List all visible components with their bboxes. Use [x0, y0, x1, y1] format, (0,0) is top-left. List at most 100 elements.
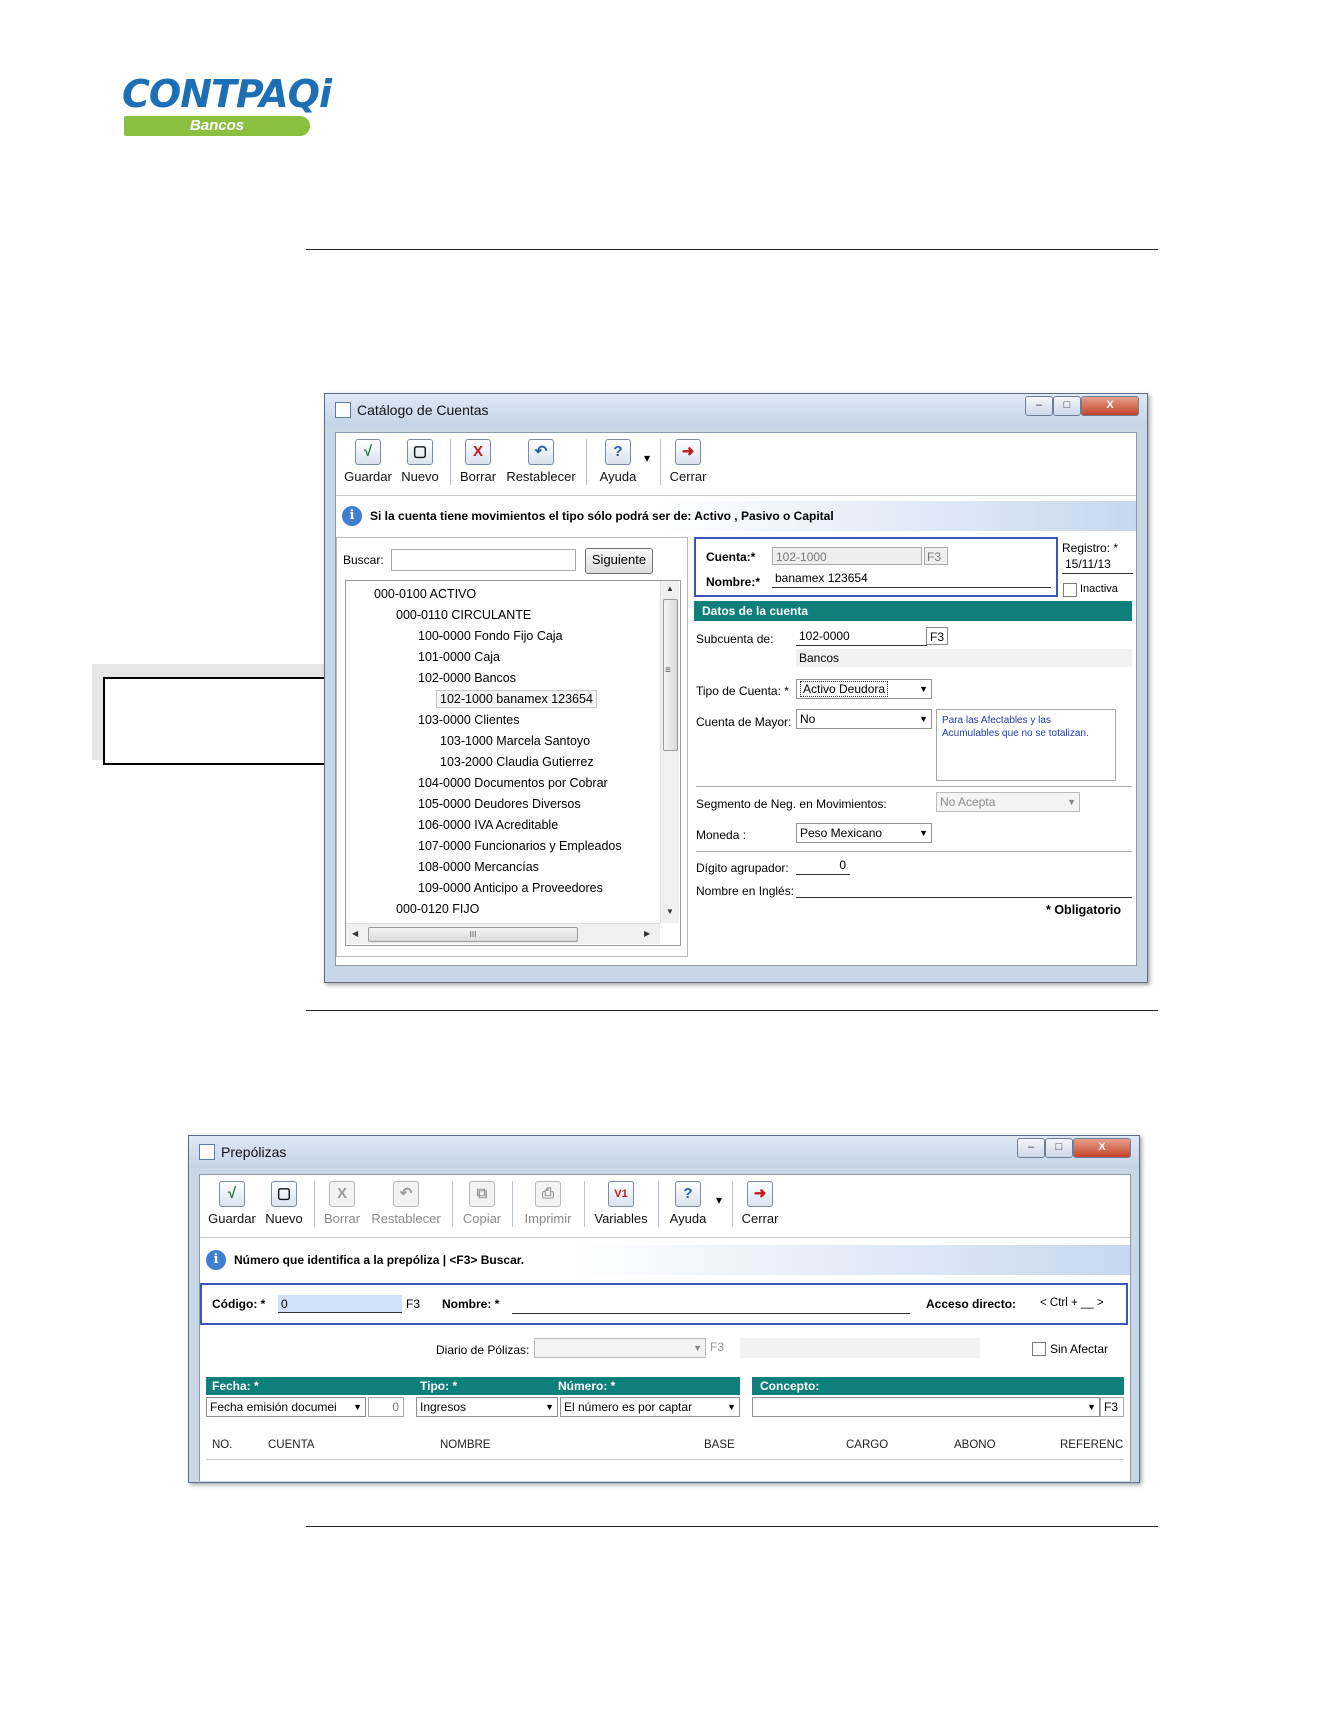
subcuenta-f3-button[interactable]: F3 [926, 627, 948, 645]
col-no[interactable]: NO. [212, 1439, 232, 1451]
buscar-input[interactable] [391, 549, 576, 571]
tree-item[interactable]: 000-0110 CIRCULANTE [396, 608, 531, 622]
moneda-value: Peso Mexicano [800, 826, 883, 840]
codigo-f3-button[interactable]: F3 [406, 1297, 420, 1311]
cuenta-mayor-select[interactable]: No ▼ [796, 709, 932, 729]
close-button[interactable]: X [1081, 396, 1139, 416]
cuenta-mayor-note: Para las Afectables y las Acumulables qu… [936, 709, 1116, 781]
codigo-input[interactable]: 0 [278, 1295, 402, 1313]
subcuenta-input[interactable]: 102-0000 [796, 627, 927, 646]
col-abono[interactable]: ABONO [954, 1439, 996, 1451]
scroll-left-icon[interactable]: ◀ [352, 929, 358, 938]
tree-item[interactable]: 107-0000 Funcionarios y Empleados [418, 839, 622, 853]
toolbar-separator [450, 439, 451, 485]
tree-item[interactable]: 101-0000 Caja [418, 650, 500, 664]
scroll-up-icon[interactable]: ▲ [666, 584, 674, 593]
nuevo-button[interactable]: ▢ Nuevo [262, 1181, 306, 1226]
scroll-right-icon[interactable]: ▶ [644, 929, 650, 938]
close-button[interactable]: X [1073, 1138, 1131, 1158]
tree-item[interactable]: 108-0000 Mercancías [418, 860, 539, 874]
nombre-ingles-input[interactable] [796, 879, 1132, 898]
tipo-select[interactable]: Ingresos ▼ [416, 1397, 558, 1417]
tree-item[interactable]: 103-0000 Clientes [418, 713, 519, 727]
scroll-down-icon[interactable]: ▼ [666, 907, 674, 916]
maximize-button[interactable]: □ [1053, 396, 1081, 416]
guardar-button[interactable]: √ Guardar [206, 1181, 258, 1226]
maximize-button[interactable]: □ [1045, 1138, 1073, 1158]
guardar-button[interactable]: √ Guardar [342, 439, 394, 484]
minimize-button[interactable]: – [1025, 396, 1053, 416]
numero-select[interactable]: El número es por captar ▼ [560, 1397, 740, 1417]
tree-item[interactable]: 104-0000 Documentos por Cobrar [418, 776, 608, 790]
info-bar: i Número que identifica a la prepóliza |… [200, 1245, 1130, 1275]
tree-panel: Buscar: Siguiente 000-0100 ACTIVO 000-01… [336, 537, 688, 957]
registro-input[interactable]: 15/11/13 [1062, 555, 1133, 574]
exit-door-icon: ➜ [675, 439, 701, 465]
fecha-select[interactable]: Fecha emisión documei ▼ [206, 1397, 366, 1417]
cerrar-button[interactable]: ➜ Cerrar [666, 439, 710, 484]
nuevo-button[interactable]: ▢ Nuevo [398, 439, 442, 484]
minimize-button[interactable]: – [1017, 1138, 1045, 1158]
tree-item-selected[interactable]: 102-1000 banamex 123654 [436, 690, 597, 708]
variables-button[interactable]: V1 Variables [590, 1181, 652, 1226]
imprimir-label: Imprimir [524, 1211, 572, 1226]
ayuda-button[interactable]: ? Ayuda [594, 439, 642, 484]
restablecer-button[interactable]: ↶ Restablecer [504, 439, 578, 484]
tree-item[interactable]: 109-0000 Anticipo a Proveedores [418, 881, 603, 895]
siguiente-button[interactable]: Siguiente [585, 548, 653, 574]
diario-f3-button[interactable]: F3 [710, 1340, 724, 1354]
ayuda-dropdown-icon[interactable]: ▾ [644, 451, 650, 465]
tree-item[interactable]: 000-0100 ACTIVO [374, 587, 476, 601]
imprimir-button[interactable]: ⎙ Imprimir [518, 1181, 578, 1226]
accounts-tree[interactable]: 000-0100 ACTIVO 000-0110 CIRCULANTE 100-… [345, 580, 681, 946]
fecha-number-input[interactable]: 0 [368, 1397, 404, 1417]
obligatorio-note: * Obligatorio [1046, 903, 1121, 917]
window-client: √ Guardar ▢ Nuevo X Borrar ↶ Restablecer… [199, 1174, 1131, 1481]
concepto-select[interactable]: ▼ [752, 1397, 1100, 1417]
tree-item[interactable]: 105-0000 Deudores Diversos [418, 797, 581, 811]
restablecer-button[interactable]: ↶ Restablecer [368, 1181, 444, 1226]
col-nombre[interactable]: NOMBRE [440, 1439, 490, 1451]
inactiva-checkbox[interactable] [1063, 583, 1077, 597]
fecha-label: Fecha: * [212, 1379, 259, 1393]
copiar-button[interactable]: ⧉ Copiar [458, 1181, 506, 1226]
col-cargo[interactable]: CARGO [846, 1439, 888, 1451]
nombre-input[interactable] [512, 1295, 910, 1314]
tipo-value: Ingresos [420, 1400, 467, 1414]
checkmark-icon: √ [219, 1181, 245, 1207]
sin-afectar-checkbox[interactable] [1032, 1342, 1046, 1356]
hscroll-thumb[interactable]: III [368, 927, 578, 942]
cerrar-label: Cerrar [669, 469, 707, 484]
tree-item[interactable]: 000-0120 FIJO [396, 902, 479, 916]
tree-item[interactable]: 103-1000 Marcela Santoyo [440, 734, 590, 748]
tree-item[interactable]: 103-2000 Claudia Gutierrez [440, 755, 594, 769]
moneda-select[interactable]: Peso Mexicano ▼ [796, 823, 932, 843]
numero-label: Número: * [558, 1379, 616, 1393]
digito-input[interactable]: 0 [796, 856, 850, 875]
borrar-button[interactable]: X Borrar [456, 439, 500, 484]
col-base[interactable]: BASE [704, 1439, 735, 1451]
toolbar: √ Guardar ▢ Nuevo X Borrar ↶ Restablecer… [200, 1175, 1130, 1238]
cuenta-input[interactable]: 102-1000 [772, 547, 922, 565]
acceso-directo-input[interactable]: < Ctrl + __ > [1040, 1297, 1104, 1309]
tree-item[interactable]: 102-0000 Bancos [418, 671, 516, 685]
info-bar: i Si la cuenta tiene movimientos el tipo… [336, 501, 1136, 531]
borrar-button[interactable]: X Borrar [320, 1181, 364, 1226]
tree-item[interactable]: 106-0000 IVA Acreditable [418, 818, 558, 832]
borrar-label: Borrar [459, 469, 497, 484]
cerrar-button[interactable]: ➜ Cerrar [738, 1181, 782, 1226]
segmento-select[interactable]: No Acepta ▼ [936, 792, 1080, 812]
ayuda-button[interactable]: ? Ayuda [664, 1181, 712, 1226]
cuenta-mayor-value: No [800, 712, 816, 726]
horizontal-scrollbar[interactable]: ◀ III ▶ [346, 923, 660, 944]
col-cuenta[interactable]: CUENTA [268, 1439, 314, 1451]
ayuda-dropdown-icon[interactable]: ▾ [716, 1193, 722, 1207]
concepto-f3-button[interactable]: F3 [1100, 1397, 1124, 1417]
nombre-input[interactable]: banamex 123654 [772, 569, 1051, 588]
tipo-cuenta-select[interactable]: Activo Deudora ▼ [796, 679, 932, 699]
tree-item[interactable]: 100-0000 Fondo Fijo Caja [418, 629, 563, 643]
col-referencia[interactable]: REFERENC [1060, 1439, 1123, 1451]
cuenta-f3-button[interactable]: F3 [924, 547, 948, 565]
diario-select[interactable]: ▼ [534, 1338, 706, 1358]
vertical-scrollbar[interactable]: ▲ ≡ ▼ [660, 581, 679, 923]
